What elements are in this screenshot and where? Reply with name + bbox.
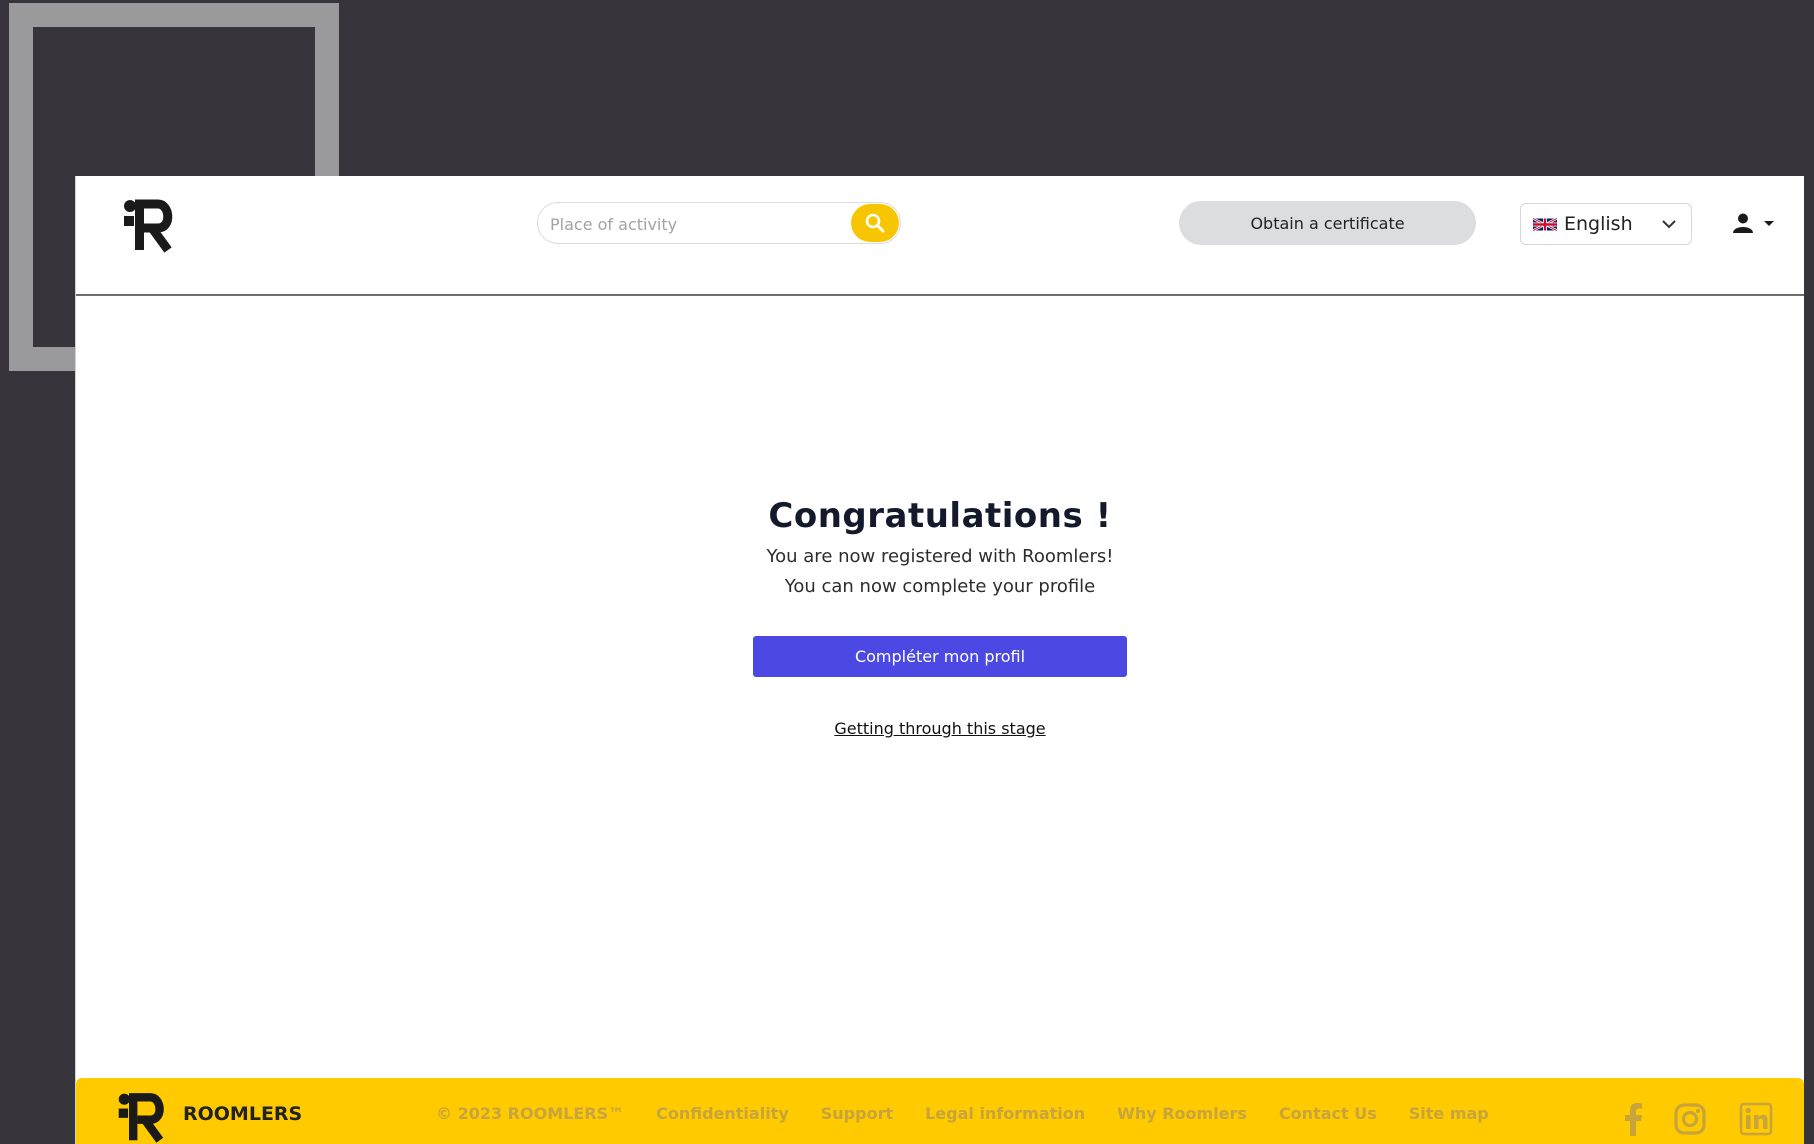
language-label: English [1564,213,1633,235]
footer-link-confidentiality[interactable]: Confidentiality [656,1104,789,1123]
skip-stage-link[interactable]: Getting through this stage [834,719,1045,738]
complete-profile-button[interactable]: Compléter mon profil [753,636,1127,677]
chevron-down-icon [1662,220,1676,229]
user-icon [1733,213,1753,233]
search-bar [537,202,901,244]
footer-link-legal-information[interactable]: Legal information [925,1104,1085,1123]
uk-flag-icon [1533,216,1557,232]
search-icon [865,213,885,233]
instagram-icon[interactable] [1673,1102,1707,1136]
copyright-text: © 2023 ROOMLERS™ [436,1104,625,1123]
footer-logo[interactable] [115,1088,171,1144]
registration-success: Congratulations ! You are now registered… [76,496,1804,738]
language-select[interactable]: English [1520,203,1692,245]
footer-brand: ROOMLERS [183,1103,303,1125]
registered-message: You are now registered with Roomlers! [766,546,1114,567]
footer-link-site-map[interactable]: Site map [1409,1104,1489,1123]
footer-links: © 2023 ROOMLERS™ Confidentiality Support… [436,1104,1489,1123]
browser-window: Obtain a certificate English [75,176,1804,1144]
footer-link-support[interactable]: Support [821,1104,893,1123]
footer-link-why-roomlers[interactable]: Why Roomlers [1117,1104,1247,1123]
obtain-certificate-button[interactable]: Obtain a certificate [1179,201,1476,245]
search-button[interactable] [851,204,899,242]
caret-down-icon [1764,221,1774,226]
footer-link-contact-us[interactable]: Contact Us [1279,1104,1377,1123]
search-input[interactable] [548,209,842,239]
complete-profile-message: You can now complete your profile [784,576,1096,597]
site-header: Obtain a certificate English [76,176,1804,296]
page-title: Congratulations ! [768,496,1112,536]
linkedin-icon[interactable] [1739,1102,1773,1136]
facebook-icon[interactable] [1617,1102,1651,1136]
roomlers-logo[interactable] [120,194,180,254]
site-footer: ROOMLERS © 2023 ROOMLERS™ Confidentialit… [76,1078,1804,1144]
user-menu-button[interactable] [1732,209,1780,237]
